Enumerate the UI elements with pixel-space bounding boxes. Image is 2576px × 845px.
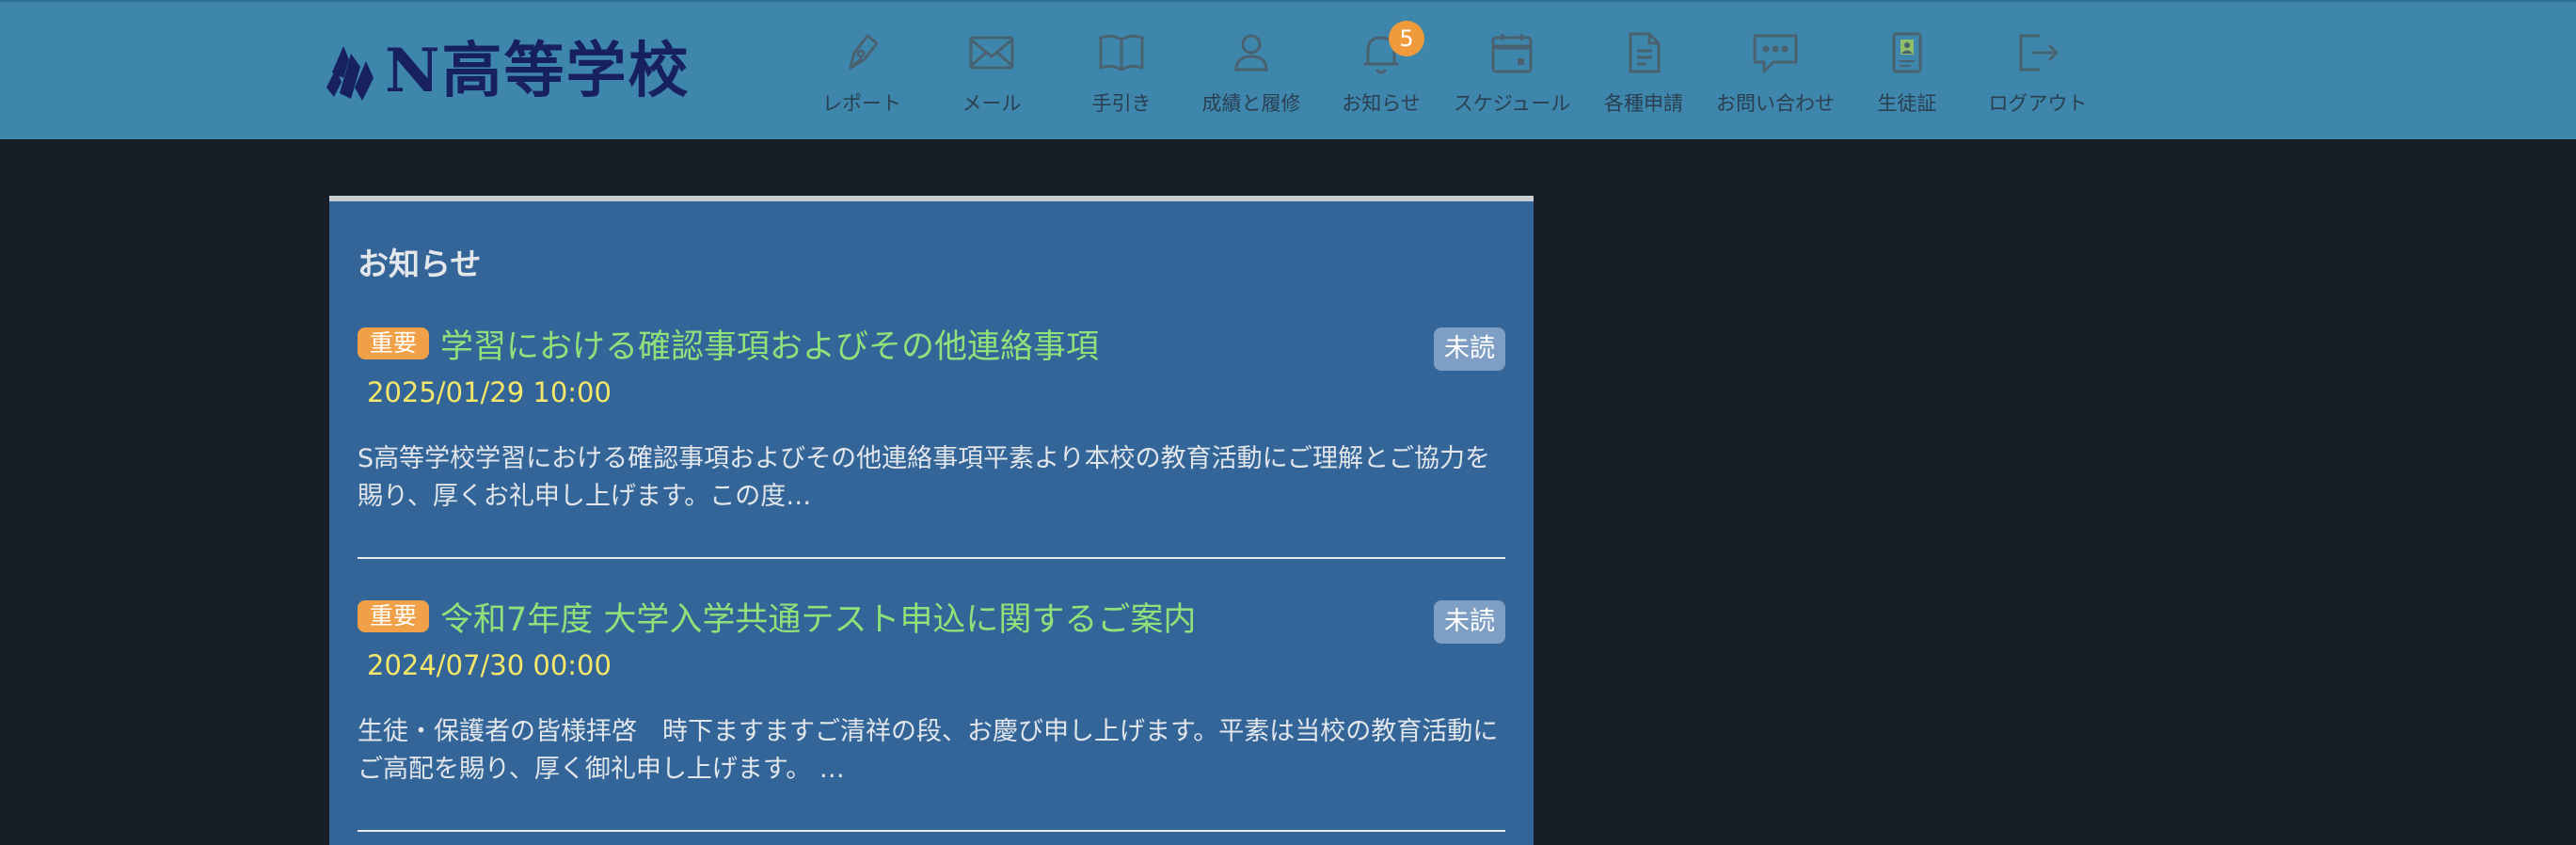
book-icon	[1099, 34, 1144, 72]
important-badge: 重要	[358, 327, 429, 359]
unread-badge: 未読	[1434, 327, 1505, 371]
notice-date: 2025/01/29 10:00	[367, 376, 612, 408]
nav-schedule[interactable]: スケジュール	[1446, 26, 1578, 130]
pen-icon	[849, 34, 879, 70]
unread-badge: 未読	[1434, 600, 1505, 644]
nav-report[interactable]: レポート	[796, 26, 928, 130]
notice-title[interactable]: 学習における確認事項およびその他連絡事項	[440, 320, 1099, 368]
nav-label: ログアウト	[1988, 92, 2088, 115]
nav-notices[interactable]: 5 お知らせ	[1315, 21, 1447, 130]
document-icon	[1629, 32, 1661, 73]
notification-count-badge: 5	[1389, 21, 1424, 56]
top-navigation-bar: N高等学校 レポート メール 手引き 成績と履修 5 お知らせ スケジュール 各…	[0, 0, 2576, 139]
logo-mark-icon	[326, 46, 374, 101]
notice-excerpt: S高等学校学習における確認事項およびその他連絡事項平素より本校の教育活動にご理解…	[358, 444, 1491, 511]
nav-grades[interactable]: 成績と履修	[1185, 26, 1317, 130]
nav-label: メール	[962, 92, 1022, 115]
nav-label: スケジュール	[1453, 92, 1571, 115]
notice-date: 2024/07/30 00:00	[367, 649, 612, 681]
person-icon	[1234, 34, 1268, 72]
nav-label: お知らせ	[1342, 92, 1421, 115]
nav-label: 各種申請	[1604, 92, 1683, 115]
school-logo[interactable]: N高等学校	[323, 36, 691, 107]
logout-icon	[2019, 34, 2059, 72]
divider	[358, 830, 1505, 832]
notices-panel: お知らせ 重要 学習における確認事項およびその他連絡事項 未読 2025/01/…	[329, 196, 1534, 845]
nav-guide[interactable]: 手引き	[1056, 26, 1187, 130]
nav-student-id[interactable]: 生徒証	[1841, 26, 1973, 130]
school-name: N高等学校	[385, 36, 691, 106]
id-card-icon	[1892, 32, 1922, 73]
notice-excerpt: 生徒・保護者の皆様拝啓 時下ますますご清祥の段、お慶び申し上げます。平素は当校の…	[358, 717, 1499, 784]
calendar-icon	[1491, 34, 1533, 73]
nav-label: レポート	[822, 92, 901, 115]
nav-label: 手引き	[1091, 92, 1152, 115]
nav-label: 成績と履修	[1201, 92, 1301, 115]
important-badge: 重要	[358, 600, 429, 632]
nav-label: 生徒証	[1877, 92, 1937, 115]
mail-icon	[969, 36, 1014, 70]
divider	[358, 557, 1505, 559]
nav-label: お問い合わせ	[1716, 92, 1835, 115]
nav-contact[interactable]: お問い合わせ	[1709, 26, 1841, 130]
nav-logout[interactable]: ログアウト	[1972, 26, 2104, 130]
chat-icon	[1753, 34, 1798, 73]
panel-title: お知らせ	[358, 246, 482, 282]
notice-title[interactable]: 令和7年度 大学入学共通テスト申込に関するご案内	[440, 593, 1196, 641]
nav-applications[interactable]: 各種申請	[1578, 26, 1709, 130]
nav-mail[interactable]: メール	[926, 26, 1057, 130]
